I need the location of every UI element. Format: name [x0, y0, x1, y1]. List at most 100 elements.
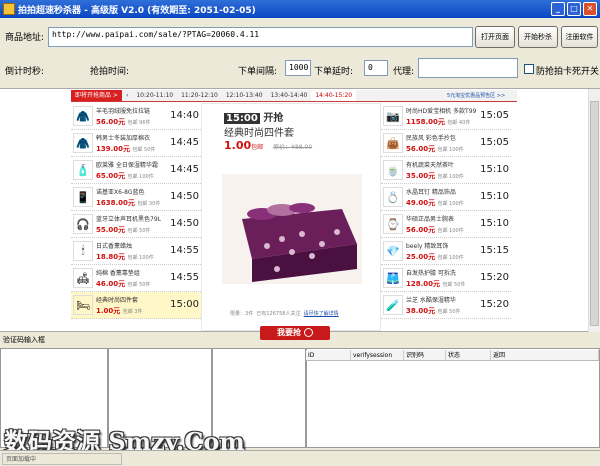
right-product-list: 📷 时尚HD爱宝相机 多款T99 1158.00元 包邮 40件 15:05 👜 民族风 … [381, 103, 511, 319]
product-price: 18.80元 包邮 100件 [96, 253, 154, 261]
featured-title: 经典时尚四件套 [224, 128, 294, 139]
product-time: 14:45 [170, 137, 199, 148]
product-time: 15:15 [480, 245, 509, 256]
phone-icon: 📱 [73, 187, 93, 207]
product-price: 56.00元 包邮 96件 [96, 118, 151, 126]
browser-scrollbar[interactable] [588, 89, 600, 332]
device-icon: 🎧 [73, 214, 93, 234]
tab-1440-1520[interactable]: 14:40-15:20 [311, 90, 357, 101]
tab-prev-arrow[interactable]: ‹ [122, 90, 132, 101]
product-time: 15:10 [480, 164, 509, 175]
product-price: 46.00元 包邮 50件 [96, 280, 151, 288]
jewel-icon: 💎 [383, 241, 403, 261]
tab-1120-1210[interactable]: 11:20-12:10 [177, 90, 222, 101]
product-item[interactable]: 🎧 蓝牙立体声耳机黑色79L 55.00元 包邮 50件 14:50 [71, 211, 201, 238]
product-price: 1.00元 包邮 3件 [96, 307, 143, 315]
product-name: 羊毛羽绒服免拉拉链 [96, 108, 151, 115]
maximize-button[interactable]: □ [567, 2, 581, 16]
product-item[interactable]: 🛋 纯棉 香薰靠垫组 46.00元 包邮 50件 14:55 [71, 265, 201, 292]
featured-price: 1.00包邮 原价：¥88.00 [224, 139, 313, 152]
url-input[interactable]: http://www.paipai.com/sale/?PTAG=20060.4… [48, 27, 473, 47]
pillow-icon: 🛋 [73, 268, 93, 288]
product-name: 蓝牙立体声耳机黑色79L [96, 216, 161, 223]
order-interval-input[interactable]: 1000 [285, 60, 311, 76]
product-item[interactable]: 📱 诺基亚X6-8G蓝色 1638.00元 包邮 30件 14:50 [71, 184, 201, 211]
tab-upcoming[interactable]: 即将开抢商品 > [71, 90, 122, 101]
status-bar: 页面加载中 [0, 450, 600, 466]
product-time: 14:55 [170, 245, 199, 256]
web-browser-pane[interactable]: 即将开抢商品 > ‹ 10:20-11:10 11:20-12:10 12:10-1… [0, 88, 600, 340]
product-name: 时尚HD爱宝相机 多款T99 [406, 108, 476, 115]
product-item[interactable]: 🧥 韩男士冬装加厚棉衣 139.00元 包邮 50件 14:45 [71, 130, 201, 157]
candle-icon: 🕯 [73, 241, 93, 261]
close-button[interactable]: ✕ [583, 2, 597, 16]
product-time: 14:45 [170, 164, 199, 175]
product-item[interactable]: 💎 beely 精致耳饰 25.00元 包邮 100件 15:15 [381, 238, 511, 265]
proxy-input[interactable] [418, 58, 518, 78]
order-delay-input[interactable]: 0 [364, 60, 388, 76]
prevent-freeze-checkbox[interactable] [524, 64, 534, 74]
status-text: 页面加载中 [2, 453, 122, 465]
column-header[interactable]: ID [306, 350, 351, 360]
product-name: 韩男士冬装加厚棉衣 [96, 135, 151, 142]
preview-link[interactable]: 5元淘宝优惠品预告区 >> [447, 92, 505, 99]
product-name: 有机蔬菜天然茶叶 [406, 162, 455, 169]
product-item[interactable]: 🍵 有机蔬菜天然茶叶 35.00元 包邮 100件 15:10 [381, 157, 511, 184]
jacket-icon: 🧥 [73, 133, 93, 153]
countdown-label: 倒计时秒: [5, 67, 45, 77]
register-button[interactable]: 注册软件 [561, 26, 598, 48]
left-product-list: 🧥 羊毛羽绒服免拉拉链 56.00元 包邮 96件 14:40 🧥 韩男士冬装加厚棉衣 13… [71, 103, 201, 319]
column-header[interactable]: 识别码 [404, 350, 446, 360]
earring-icon: 💍 [383, 187, 403, 207]
product-item[interactable]: 📷 时尚HD爱宝相机 多款T99 1158.00元 包邮 40件 15:05 [381, 103, 511, 130]
title-bar: 拍拍超速秒杀器 - 高级版 V2.0 (有效期至: 2051-02-05) _ … [0, 0, 600, 18]
product-item[interactable]: ⌚ 华硕正品男士腕表 56.00元 包邮 100件 15:10 [381, 211, 511, 238]
product-item[interactable]: 🧥 羊毛羽绒服免拉拉链 56.00元 包邮 96件 14:40 [71, 103, 201, 130]
product-price: 25.00元 包邮 100件 [406, 253, 464, 261]
result-grid[interactable] [306, 348, 600, 448]
snap-time-label: 抢拍时间: [90, 67, 130, 77]
product-time: 15:20 [480, 272, 509, 283]
product-name: beely 精致耳饰 [406, 243, 449, 250]
buy-now-button[interactable]: 我要抢 [260, 326, 330, 340]
tab-1210-1340[interactable]: 12:10-13:40 [222, 90, 267, 101]
product-name: 日式香薰蜡烛 [96, 243, 133, 250]
product-item[interactable]: 🧪 兰芝 水酷保湿精华 38.00元 包邮 50件 15:20 [381, 292, 511, 319]
product-time: 14:50 [170, 218, 199, 229]
product-price: 1158.00元 包邮 40件 [406, 118, 471, 126]
clock-icon [304, 328, 313, 337]
product-price: 128.00元 包邮 50件 [406, 280, 466, 288]
result-grid-header: ID verifysession 识别码 状态 返回 [306, 350, 599, 361]
product-name: 华硕正品男士腕表 [406, 216, 455, 223]
captcha-label: 验证码输入框 [3, 336, 45, 344]
product-price: 56.00元 包邮 100件 [406, 145, 464, 153]
bag-icon: 👜 [383, 133, 403, 153]
product-price: 65.00元 包邮 100件 [96, 172, 154, 180]
product-name: 欧莱雅 全日保湿精华霜 [96, 162, 158, 169]
proxy-label: 代理: [393, 67, 415, 77]
product-item[interactable]: 🩳 自发热护膝 可拆洗 128.00元 包邮 50件 15:20 [381, 265, 511, 292]
product-name: 民族风 彩色手拎包 [406, 135, 456, 142]
product-name: 水晶耳钉 精品饰品 [406, 189, 456, 196]
bedding-photo[interactable] [222, 174, 362, 284]
product-item[interactable]: 🛏 经典时尚四件套 1.00元 包邮 3件 15:00 [71, 292, 201, 319]
product-item[interactable]: 👜 民族风 彩色手拎包 56.00元 包邮 100件 15:05 [381, 130, 511, 157]
start-snap-button[interactable]: 开始秒杀 [518, 26, 558, 48]
product-item[interactable]: 🧴 欧莱雅 全日保湿精华霜 65.00元 包邮 100件 14:45 [71, 157, 201, 184]
settings-panel: 商品地址: http://www.paipai.com/sale/?PTAG=2… [0, 18, 600, 88]
tab-1020-1110[interactable]: 10:20-11:10 [132, 90, 177, 101]
tab-1340-1440[interactable]: 13:40-14:40 [267, 90, 312, 101]
product-time: 14:40 [170, 110, 199, 121]
essence-icon: 🧪 [383, 295, 403, 315]
open-page-button[interactable]: 打开页面 [475, 26, 515, 48]
featured-time: 15:00 开抢 [224, 113, 284, 124]
product-name: 诺基亚X6-8G蓝色 [96, 189, 145, 196]
product-time: 15:20 [480, 299, 509, 310]
product-name: 自发热护膝 可拆洗 [406, 270, 456, 277]
product-item[interactable]: 🕯 日式香薰蜡烛 18.80元 包邮 100件 14:55 [71, 238, 201, 265]
minimize-button[interactable]: _ [551, 2, 565, 16]
column-header[interactable]: 状态 [446, 350, 491, 360]
column-header[interactable]: 返回 [491, 350, 599, 360]
column-header[interactable]: verifysession [351, 350, 404, 360]
product-item[interactable]: 💍 水晶耳钉 精品饰品 49.00元 包邮 100件 15:10 [381, 184, 511, 211]
